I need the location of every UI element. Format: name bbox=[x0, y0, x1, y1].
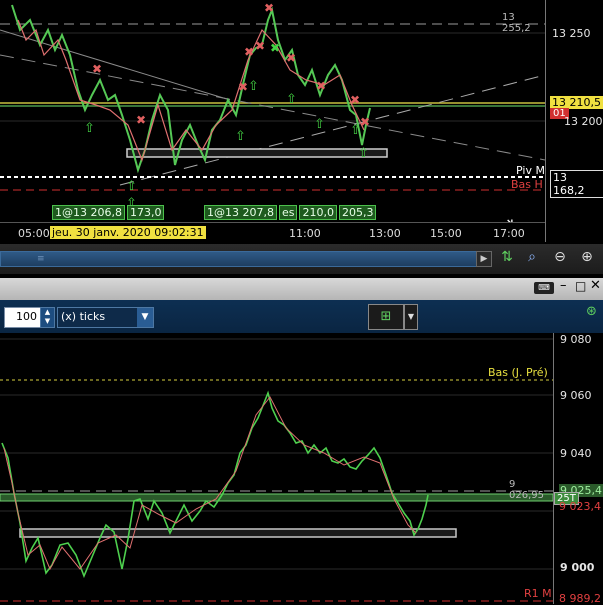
time-tick: 17:00 bbox=[493, 227, 525, 240]
range-box bbox=[19, 528, 457, 538]
minimize-button[interactable]: – bbox=[560, 278, 567, 293]
horizontal-scrollbar[interactable]: ≡ bbox=[0, 251, 478, 267]
red-price-badge: 9 023,4 bbox=[559, 500, 601, 513]
buy-marker: ✖ bbox=[270, 41, 280, 55]
y-tick: 9 060 bbox=[560, 389, 592, 402]
order-tag[interactable]: 210,0 bbox=[299, 205, 337, 220]
chart-style-dropdown[interactable]: ▼ bbox=[404, 304, 418, 330]
sell-marker: ✖ bbox=[136, 113, 146, 127]
dash-level-label: 13 255,2 bbox=[502, 12, 531, 34]
sell-marker: ✖ bbox=[316, 79, 326, 93]
order-tag[interactable]: 173,0 bbox=[126, 205, 165, 220]
time-tick: 15:00 bbox=[430, 227, 462, 240]
buy-arrow: ⇧ bbox=[248, 79, 259, 94]
buy-arrow: ⇧ bbox=[286, 92, 297, 107]
chart-style-icon[interactable]: ⊞ bbox=[368, 304, 404, 330]
bottom-chart-canvas bbox=[0, 338, 553, 602]
time-tick: 05:00 bbox=[18, 227, 50, 240]
price-series-down bbox=[17, 19, 365, 162]
y-tick: 13 250 bbox=[552, 27, 591, 40]
keyboard-icon[interactable]: ⌨ bbox=[534, 282, 554, 294]
chevron-down-icon[interactable]: ▼ bbox=[137, 308, 153, 327]
interval-value: (x) ticks bbox=[61, 310, 106, 323]
trend-line-up bbox=[119, 74, 545, 186]
buy-arrow: ⇧ bbox=[350, 123, 361, 138]
zoom-out-icon[interactable]: ⊖ bbox=[551, 249, 569, 267]
sell-marker: ✖ bbox=[264, 1, 274, 15]
top-price-chart[interactable]: ✖ ✖ ✖ ✖ ✖ ✖ ✖ ✖ ✖ ✖ ✖ ⇧ ⇧ ⇧ ⇧ ⇧ ⇧ ⇧ ⇧ ⇧ … bbox=[0, 0, 545, 222]
order-tag[interactable]: 1@13 206,8 bbox=[52, 205, 125, 220]
zoom-area-icon[interactable]: ⌕ bbox=[523, 249, 541, 267]
scroll-grip-icon: ≡ bbox=[37, 254, 45, 264]
sell-marker: ✖ bbox=[92, 62, 102, 76]
crosshair-time-label: jeu. 30 janv. 2020 09:02:31 bbox=[50, 226, 206, 239]
bas-label: Bas H bbox=[511, 178, 543, 191]
top-price-axis[interactable]: 13 250 13 210,5 01 13 200 13 168,2 bbox=[545, 0, 603, 242]
bottom-price-axis[interactable]: 9 080 9 060 9 040 9 025,4 25T 9 023,4 9 … bbox=[553, 333, 603, 605]
indicator-icon[interactable]: ⊛ bbox=[586, 304, 603, 328]
price-series bbox=[1, 390, 429, 579]
pivot-label: Piv M bbox=[516, 164, 545, 177]
close-button[interactable]: ✕ bbox=[590, 278, 601, 293]
r1-label: R1 M bbox=[524, 587, 552, 600]
buy-arrow: ⇧ bbox=[358, 146, 369, 161]
buy-arrow: ⇧ bbox=[235, 129, 246, 144]
auto-scale-icon[interactable]: ⇅ bbox=[498, 249, 516, 267]
zoom-in-icon[interactable]: ⊕ bbox=[578, 249, 596, 267]
y-tick: 9 000 bbox=[560, 561, 595, 574]
trend-line-down bbox=[0, 54, 545, 161]
sell-marker: ✖ bbox=[244, 45, 254, 59]
dash-level-label: 9 026,95 bbox=[509, 479, 544, 501]
buy-arrow: ⇧ bbox=[84, 121, 95, 136]
order-tag[interactable]: 205,3 bbox=[338, 205, 377, 220]
time-tick: 13:00 bbox=[369, 227, 401, 240]
buy-arrow: ⇧ bbox=[314, 117, 325, 132]
order-tags-group-2: 1@13 207,8 es 210,0 205,3 bbox=[204, 205, 377, 220]
y-tick: 9 040 bbox=[560, 447, 592, 460]
bas-jpre-label: Bas (J. Pré) bbox=[488, 366, 548, 379]
range-box bbox=[126, 148, 388, 158]
interval-select[interactable]: (x) ticks ▼ bbox=[57, 307, 154, 328]
sell-marker: ✖ bbox=[238, 80, 248, 94]
order-tag[interactable]: es bbox=[278, 205, 298, 220]
y-tick: 9 080 bbox=[560, 333, 592, 346]
y-tick: 13 200 bbox=[564, 115, 603, 128]
pivot-price-badge: 13 168,2 bbox=[550, 170, 603, 198]
buy-arrow: ⇧ bbox=[126, 179, 137, 194]
quantity-input[interactable]: 100 bbox=[4, 307, 42, 328]
order-tag[interactable]: 1@13 207,8 bbox=[204, 205, 277, 220]
sell-marker: ✖ bbox=[286, 51, 296, 65]
green-zone bbox=[0, 493, 553, 502]
sell-marker: ✖ bbox=[360, 115, 370, 129]
quantity-value: 100 bbox=[16, 310, 37, 323]
trend-line-solid bbox=[0, 29, 231, 101]
order-tags-group-1: 1@13 206,8 173,0 bbox=[52, 205, 165, 220]
top-chart-canvas: ✖ ✖ ✖ ✖ ✖ ✖ ✖ ✖ ✖ ✖ ✖ ⇧ ⇧ ⇧ ⇧ ⇧ ⇧ ⇧ ⇧ ⇧ … bbox=[0, 1, 545, 222]
time-axis[interactable]: 05:00 jeu. 30 janv. 2020 09:02:31 11:00 … bbox=[0, 222, 545, 243]
bottom-price-chart[interactable]: Bas (J. Pré) 9 026,95 R1 M bbox=[0, 333, 553, 604]
sell-marker: ✖ bbox=[255, 39, 265, 53]
sell-marker: ✖ bbox=[350, 93, 360, 107]
time-tick: 11:00 bbox=[289, 227, 321, 240]
r1-price-badge: 8 989,2 bbox=[559, 592, 601, 605]
scroll-right-button[interactable]: ▶ bbox=[476, 251, 492, 267]
cursor-icon: ⇥ bbox=[500, 213, 513, 222]
maximize-button[interactable]: □ bbox=[575, 279, 586, 293]
bottom-window-titlebar[interactable]: ⌨ – □ ✕ bbox=[0, 278, 603, 300]
quantity-stepper[interactable]: ▲ ▼ bbox=[40, 307, 55, 328]
